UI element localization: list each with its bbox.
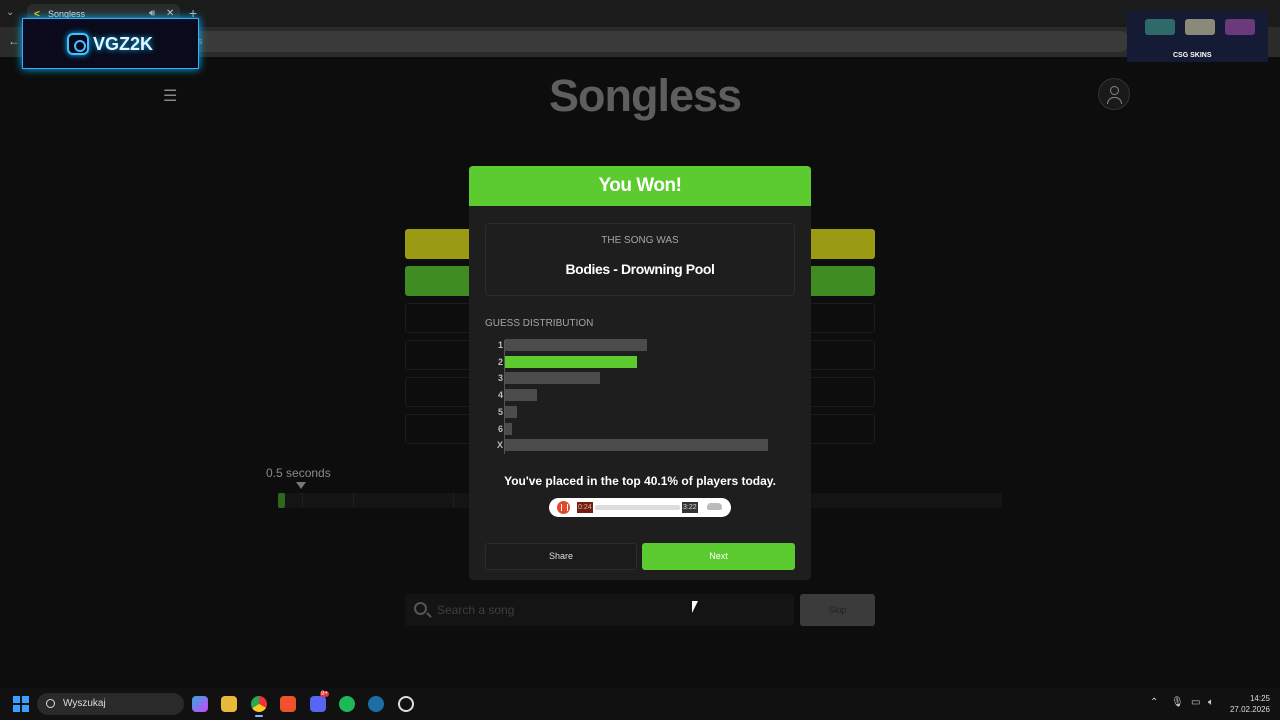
distribution-row-label: 3 (497, 373, 503, 384)
user-icon (1110, 86, 1119, 95)
distribution-row: X (485, 438, 785, 452)
song-label: THE SONG WAS (601, 235, 679, 246)
brave-icon[interactable] (280, 696, 296, 712)
distribution-row: 4 (485, 388, 785, 402)
share-button[interactable]: Share (485, 543, 637, 570)
copilot-icon[interactable] (192, 696, 208, 712)
steam-icon[interactable] (368, 696, 384, 712)
progress-fill (278, 493, 285, 508)
spotify-icon[interactable] (339, 696, 355, 712)
tab-search-chevron-icon[interactable]: ⌄ (6, 7, 14, 18)
mouse-cursor (692, 601, 698, 613)
song-name: Bodies - Drowning Pool (565, 261, 715, 277)
win-modal: You Won! THE SONG WAS Bodies - Drowning … (469, 166, 811, 580)
sponsor-caption: CSG SKINS (1173, 52, 1212, 59)
distribution-bar (505, 339, 647, 351)
song-search-box (405, 594, 794, 626)
skin-image (1145, 19, 1175, 35)
soundcloud-logo-icon[interactable] (707, 503, 722, 510)
distribution-row: 5 (485, 405, 785, 419)
streamer-name: VGZ2K (93, 34, 154, 54)
volume-icon[interactable]: 🔈︎ (1208, 697, 1214, 708)
skin-image (1185, 19, 1215, 35)
discord-badge: 9+ (320, 691, 329, 697)
distribution-row: 6 (485, 422, 785, 436)
skin-image (1225, 19, 1255, 35)
distribution-bar (505, 355, 637, 368)
distribution-bar (505, 389, 537, 402)
instagram-icon (67, 33, 89, 55)
total-time: 3:22 (682, 502, 698, 513)
song-search-input[interactable] (437, 601, 777, 619)
tray-chevron-icon[interactable]: ⌃ (1150, 697, 1158, 708)
network-icon[interactable]: ▭ (1191, 697, 1200, 708)
duration-label: 0.5 seconds (266, 466, 331, 480)
distribution-row-label: X (496, 440, 503, 451)
position-marker (296, 482, 306, 489)
hamburger-menu-icon[interactable]: ☰ (163, 86, 177, 106)
sponsor-overlay: CSG SKINS (1127, 11, 1268, 62)
distribution-row-label: 6 (497, 423, 503, 434)
taskbar-search[interactable]: Wyszukaj (37, 693, 184, 715)
skip-button[interactable]: Skip (800, 594, 875, 626)
distribution-bar (505, 422, 512, 435)
song-reveal-box: THE SONG WAS Bodies - Drowning Pool (485, 223, 795, 296)
windows-taskbar: Wyszukaj 9+ ⌃ 🎙︎ ▭ 🔈︎ 14:25 27.02.2026 (0, 688, 1280, 720)
streamer-overlay: VGZ2K (22, 18, 199, 69)
app-icon[interactable] (398, 696, 414, 712)
taskbar-clock[interactable]: 14:25 27.02.2026 (1226, 693, 1270, 715)
taskbar-search-label: Wyszukaj (63, 698, 106, 709)
distribution-row-label: 5 (497, 406, 503, 417)
placement-text: You've placed in the top 40.1% of player… (504, 474, 776, 488)
back-arrow-icon[interactable]: ← (8, 34, 20, 48)
distribution-bar (505, 372, 600, 385)
clock-time: 14:25 (1249, 694, 1270, 703)
distribution-row: 3 (485, 371, 785, 385)
clock-date: 27.02.2026 (1229, 705, 1270, 714)
search-icon (414, 602, 427, 615)
elapsed-time: 0:24 (577, 502, 593, 513)
modal-heading: You Won! (469, 166, 811, 206)
distribution-label: GUESS DISTRIBUTION (485, 318, 594, 329)
distribution-row: 2 (485, 355, 785, 369)
file-explorer-icon[interactable] (221, 696, 237, 712)
guess-distribution-chart: 1 2 3 4 5 6 X (485, 338, 785, 456)
app-logo: Songless (548, 70, 742, 121)
distribution-row-label: 1 (497, 340, 503, 350)
profile-button[interactable] (1098, 78, 1130, 110)
microphone-icon[interactable]: 🎙︎ (1171, 697, 1184, 708)
distribution-row: 1 (485, 338, 785, 352)
pause-button-icon[interactable] (557, 501, 570, 514)
distribution-bar (505, 405, 517, 418)
discord-icon[interactable] (310, 696, 326, 712)
soundcloud-player[interactable]: 0:24 3:22 (549, 498, 731, 517)
distribution-row-label: 2 (497, 356, 503, 367)
distribution-bar (505, 439, 768, 452)
windows-start-icon[interactable] (13, 696, 29, 712)
chrome-icon[interactable] (251, 696, 267, 717)
waveform[interactable] (595, 505, 680, 510)
next-button[interactable]: Next (642, 543, 795, 570)
distribution-row-label: 4 (497, 390, 503, 401)
search-icon (46, 699, 55, 708)
